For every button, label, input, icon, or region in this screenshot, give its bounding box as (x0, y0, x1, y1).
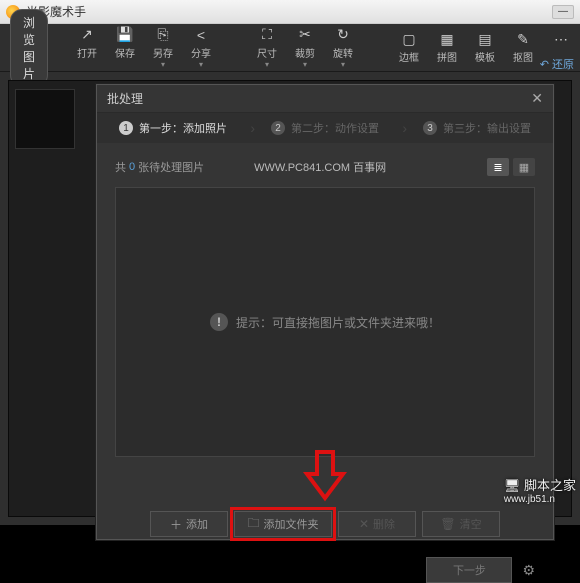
clear-button[interactable]: 🗑清空 (422, 511, 500, 537)
settings-icon[interactable]: ⚙ (522, 562, 535, 579)
template-icon: ▤ (476, 31, 494, 47)
toolbar: 浏览图片 ↗打开 💾保存 ⎘另存▾ <分享▾ ⛶尺寸▾ ✂裁剪▾ ↻旋转▾ ▢边… (0, 24, 580, 72)
undo-icon: ↶ (540, 58, 549, 71)
add-folder-button[interactable]: 🗀添加文件夹 (234, 511, 332, 537)
pending-count: 0 (129, 161, 135, 173)
list-view-button[interactable]: ≣ (487, 158, 509, 176)
dialog-body: 共 0 张待处理图片 WWW.PC841.COM 百事网 ≣ ▦ ! 提示：可直… (97, 143, 553, 547)
next-button[interactable]: 下一步 (426, 557, 512, 583)
dialog-title: 批处理 (107, 90, 143, 107)
batch-dialog: 批处理 ✕ 1第一步：添加照片› 2第二步：动作设置› 3第三步：输出设置 共 … (96, 84, 554, 540)
window-titlebar: 光影魔术手 — (0, 0, 580, 24)
open-icon: ↗ (78, 27, 96, 43)
window-minimize[interactable]: — (552, 5, 574, 19)
crop-icon: ✂ (296, 27, 314, 43)
arrow-annotation (303, 450, 347, 502)
tool-saveas[interactable]: ⎘另存▾ (144, 27, 182, 69)
wizard-steps: 1第一步：添加照片› 2第二步：动作设置› 3第三步：输出设置 (97, 113, 553, 143)
tool-cutout[interactable]: ✎抠图 (504, 31, 542, 64)
tool-rotate[interactable]: ↻旋转▾ (324, 27, 362, 69)
saveas-icon: ⎘ (154, 27, 172, 43)
info-icon: ! (210, 313, 228, 331)
save-icon: 💾 (116, 27, 134, 43)
resize-icon: ⛶ (258, 27, 276, 43)
tool-share[interactable]: <分享▾ (182, 27, 220, 69)
frame-icon: ▢ (400, 31, 418, 47)
tool-group-edit: ⛶尺寸▾ ✂裁剪▾ ↻旋转▾ (248, 27, 362, 69)
rotate-icon: ↻ (334, 27, 352, 43)
tool-crop[interactable]: ✂裁剪▾ (286, 27, 324, 69)
info-row: 共 0 张待处理图片 WWW.PC841.COM 百事网 ≣ ▦ (115, 153, 535, 181)
tool-frame[interactable]: ▢边框 (390, 31, 428, 64)
tool-size[interactable]: ⛶尺寸▾ (248, 27, 286, 69)
tool-collage[interactable]: ▦拼图 (428, 31, 466, 64)
grid-view-button[interactable]: ▦ (513, 158, 535, 176)
collage-icon: ▦ (438, 31, 456, 47)
drop-area[interactable]: ! 提示：可直接拖图片或文件夹进来哦！ (115, 187, 535, 457)
button-row: ＋添加 🗀添加文件夹 ✕删除 🗑清空 (115, 511, 535, 537)
dialog-footer: 下一步 ⚙ (97, 547, 553, 583)
step-3: 3第三步：输出设置 (401, 120, 553, 136)
step-2: 2第二步：动作设置› (249, 120, 401, 136)
thumbnail[interactable] (15, 89, 75, 149)
browse-images-button[interactable]: 浏览图片 (10, 9, 48, 87)
watermark-text: WWW.PC841.COM 百事网 (254, 159, 386, 175)
cutout-icon: ✎ (514, 31, 532, 47)
view-toggle: ≣ ▦ (487, 158, 535, 176)
close-icon[interactable]: ✕ (531, 90, 543, 107)
delete-button[interactable]: ✕删除 (338, 511, 416, 537)
more-icon: ⋯ (552, 31, 570, 47)
drop-hint: ! 提示：可直接拖图片或文件夹进来哦！ (210, 313, 440, 331)
dialog-titlebar: 批处理 ✕ (97, 85, 553, 113)
tool-group-file: ↗打开 💾保存 ⎘另存▾ <分享▾ (68, 27, 220, 69)
tool-template[interactable]: ▤模板 (466, 31, 504, 64)
tool-save[interactable]: 💾保存 (106, 27, 144, 69)
tool-open[interactable]: ↗打开 (68, 27, 106, 69)
share-icon: < (192, 27, 210, 43)
restore-button[interactable]: ↶还原 (540, 56, 574, 72)
trash-icon: 🗑 (440, 517, 455, 531)
folder-icon: 🗀 (247, 514, 259, 535)
site-watermark: 🖥 脚本之家 www.jb51.n (504, 475, 576, 505)
step-1[interactable]: 1第一步：添加照片› (97, 120, 249, 136)
app-body: 浏览图片 ↗打开 💾保存 ⎘另存▾ <分享▾ ⛶尺寸▾ ✂裁剪▾ ↻旋转▾ ▢边… (0, 24, 580, 525)
add-button[interactable]: ＋添加 (150, 511, 228, 537)
plus-icon: ＋ (170, 516, 182, 533)
delete-icon: ✕ (359, 517, 369, 531)
